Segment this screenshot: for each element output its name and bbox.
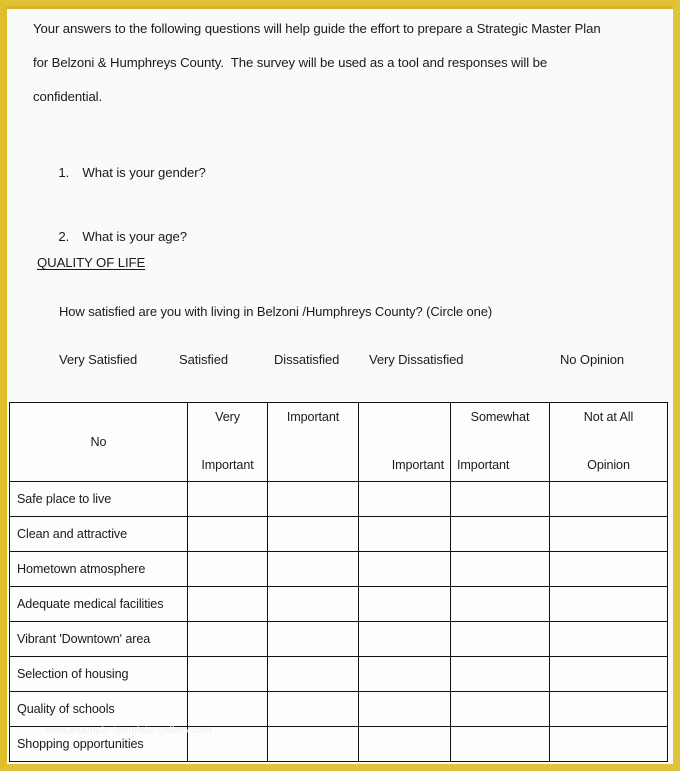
- header-label-important-1: Important: [201, 458, 254, 472]
- cell-somewhat-important[interactable]: [450, 656, 550, 692]
- intro-paragraph: Your answers to the following questions …: [33, 12, 658, 114]
- satisfaction-scale-options: Very Satisfied Satisfied Dissatisfied Ve…: [7, 352, 673, 372]
- question-1: 1. What is your gender?: [37, 150, 206, 195]
- cell-somewhat-important[interactable]: [450, 481, 550, 517]
- scale-option-dissatisfied[interactable]: Dissatisfied: [274, 352, 339, 367]
- header-label-important-2: Important: [286, 410, 340, 424]
- document-page: Your answers to the following questions …: [0, 0, 680, 771]
- cell-important[interactable]: [267, 516, 359, 552]
- cell-important-alt[interactable]: [358, 551, 451, 587]
- table-row: Clean and attractive: [9, 516, 668, 552]
- header-label-no: No: [90, 435, 107, 449]
- intro-line-2: for Belzoni & Humphreys County. The surv…: [33, 55, 548, 70]
- header-label-important-4: Important: [457, 458, 510, 472]
- cell-important-alt[interactable]: [358, 656, 451, 692]
- satisfaction-question: How satisfied are you with living in Bel…: [59, 304, 493, 319]
- table-header-row: No Very Important Important Important So…: [9, 402, 668, 482]
- header-cell-very-important: Very Important: [187, 402, 268, 482]
- cell-no-opinion[interactable]: [549, 516, 668, 552]
- table-row: Selection of housing: [9, 656, 668, 692]
- cell-important-alt[interactable]: [358, 481, 451, 517]
- cell-very-important[interactable]: [187, 656, 268, 692]
- cell-somewhat-important[interactable]: [450, 586, 550, 622]
- row-label-safe-place-to-live: Safe place to live: [9, 481, 188, 517]
- row-label-adequate-medical-facilities: Adequate medical facilities: [9, 586, 188, 622]
- cell-important[interactable]: [267, 656, 359, 692]
- intro-line-3: confidential.: [33, 89, 103, 104]
- question-1-number: 1.: [58, 165, 70, 180]
- cell-important[interactable]: [267, 621, 359, 657]
- cell-very-important[interactable]: [187, 621, 268, 657]
- header-label-very: Very: [215, 410, 240, 424]
- cell-very-important[interactable]: [187, 516, 268, 552]
- header-label-not-at-all: Not at All: [583, 410, 634, 424]
- question-2: 2. What is your age?: [37, 214, 187, 259]
- importance-rating-table: No Very Important Important Important So…: [9, 402, 668, 762]
- table-row: Safe place to live: [9, 481, 668, 517]
- cell-no-opinion[interactable]: [549, 586, 668, 622]
- cell-no-opinion[interactable]: [549, 551, 668, 587]
- scale-option-very-dissatisfied[interactable]: Very Dissatisfied: [369, 352, 464, 367]
- cell-no-opinion[interactable]: [549, 656, 668, 692]
- cell-important[interactable]: [267, 551, 359, 587]
- cell-important[interactable]: [267, 481, 359, 517]
- cell-somewhat-important[interactable]: [450, 726, 550, 762]
- section-heading-quality-of-life: QUALITY OF LIFE: [37, 255, 146, 270]
- header-cell-important-blankt: Important: [358, 402, 451, 482]
- cell-somewhat-important[interactable]: [450, 551, 550, 587]
- table-row: Vibrant 'Downtown' area: [9, 621, 668, 657]
- scale-option-very-satisfied[interactable]: Very Satisfied: [59, 352, 137, 367]
- scale-option-satisfied[interactable]: Satisfied: [179, 352, 228, 367]
- cell-important-alt[interactable]: [358, 516, 451, 552]
- cell-somewhat-important[interactable]: [450, 516, 550, 552]
- cell-important-alt[interactable]: [358, 621, 451, 657]
- header-cell-important: Important: [267, 402, 359, 482]
- question-2-text: What is your age?: [82, 229, 187, 244]
- header-cell-not-at-all-opinion: Not at All Opinion: [549, 402, 668, 482]
- header-cell-somewhat-important: Somewhat Important: [450, 402, 550, 482]
- cell-very-important[interactable]: [187, 481, 268, 517]
- intro-line-1: Your answers to the following questions …: [33, 21, 601, 36]
- cell-very-important[interactable]: [187, 586, 268, 622]
- cell-important-alt[interactable]: [358, 726, 451, 762]
- header-label-important-3: Important: [391, 458, 444, 472]
- cell-somewhat-important[interactable]: [450, 621, 550, 657]
- survey-document: Your answers to the following questions …: [7, 6, 673, 764]
- table-row: Hometown atmosphere: [9, 551, 668, 587]
- question-1-text: What is your gender?: [82, 165, 206, 180]
- row-label-clean-and-attractive: Clean and attractive: [9, 516, 188, 552]
- cell-no-opinion[interactable]: [549, 691, 668, 727]
- header-cell-no: No: [9, 402, 188, 482]
- cell-important[interactable]: [267, 726, 359, 762]
- cell-very-important[interactable]: [187, 551, 268, 587]
- question-2-number: 2.: [58, 229, 70, 244]
- cell-no-opinion[interactable]: [549, 726, 668, 762]
- watermark-text: www.example-template-gallery.com: [45, 725, 212, 736]
- cell-no-opinion[interactable]: [549, 621, 668, 657]
- cell-important[interactable]: [267, 586, 359, 622]
- cell-somewhat-important[interactable]: [450, 691, 550, 727]
- row-label-quality-of-schools: Quality of schools: [9, 691, 188, 727]
- row-label-selection-of-housing: Selection of housing: [9, 656, 188, 692]
- row-label-vibrant-downtown-area: Vibrant 'Downtown' area: [9, 621, 188, 657]
- cell-important-alt[interactable]: [358, 586, 451, 622]
- row-label-hometown-atmosphere: Hometown atmosphere: [9, 551, 188, 587]
- header-label-opinion: Opinion: [587, 458, 630, 472]
- table-row: Quality of schools: [9, 691, 668, 727]
- cell-no-opinion[interactable]: [549, 481, 668, 517]
- cell-important[interactable]: [267, 691, 359, 727]
- cell-important-alt[interactable]: [358, 691, 451, 727]
- cell-very-important[interactable]: [187, 691, 268, 727]
- scale-option-no-opinion[interactable]: No Opinion: [560, 352, 624, 367]
- header-label-somewhat: Somewhat: [470, 410, 530, 424]
- table-row: Adequate medical facilities: [9, 586, 668, 622]
